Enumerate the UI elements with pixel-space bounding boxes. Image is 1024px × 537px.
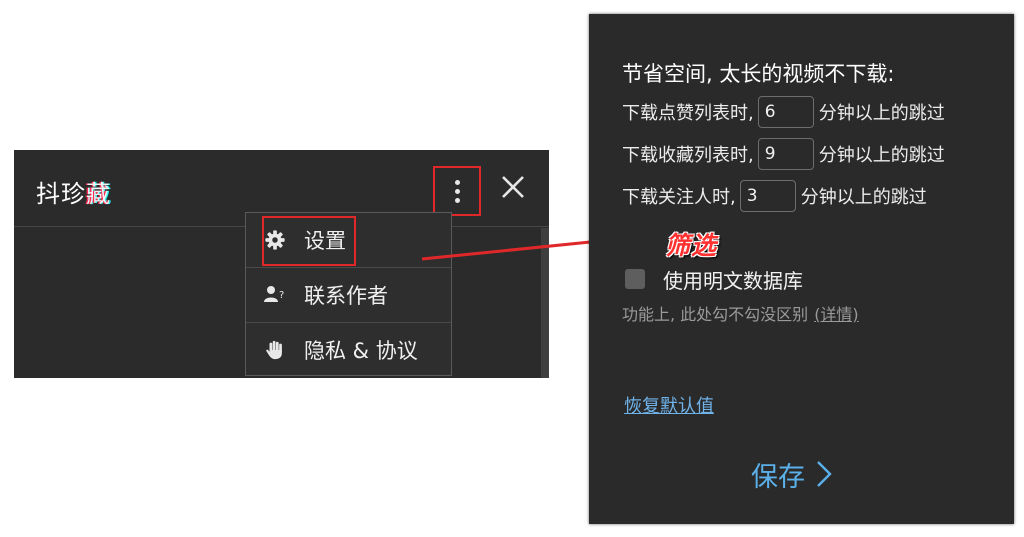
menu-item-label: 设置 — [304, 229, 346, 253]
favorite-list-minutes-input[interactable] — [757, 138, 814, 170]
contact-user-icon: ? — [264, 286, 284, 302]
row-suffix: 分钟以上的跳过 — [818, 145, 945, 166]
menu-item-label: 联系作者 — [304, 284, 388, 308]
gear-icon — [265, 230, 285, 250]
menu-item-privacy[interactable]: 隐私 & 协议 — [246, 323, 451, 377]
row-prefix: 下载点赞列表时, — [622, 103, 754, 124]
like-list-minutes-input[interactable] — [757, 96, 814, 128]
app-title-accent: 藏 — [86, 180, 111, 208]
svg-text:?: ? — [279, 290, 284, 301]
hand-icon — [266, 340, 282, 360]
row-suffix: 分钟以上的跳过 — [800, 187, 927, 208]
hint-text: 功能上, 此处勾不勾没区别 — [622, 305, 809, 324]
favorite-list-row: 下载收藏列表时, 分钟以上的跳过 — [622, 137, 945, 171]
more-dot — [454, 197, 460, 203]
filter-annotation: 筛选 — [665, 231, 718, 260]
close-button[interactable] — [499, 173, 527, 201]
plain-db-option: 使用明文数据库 — [625, 265, 803, 293]
row-suffix: 分钟以上的跳过 — [818, 103, 945, 124]
chevron-right-icon — [817, 461, 832, 487]
plain-db-hint: 功能上, 此处勾不勾没区别 (详情) — [622, 301, 859, 325]
more-dot — [454, 188, 460, 194]
app-title-main: 抖珍 — [36, 180, 86, 208]
like-list-row: 下载点赞列表时, 分钟以上的跳过 — [622, 95, 945, 129]
app-title: 抖珍藏 — [36, 174, 111, 209]
row-prefix: 下载收藏列表时, — [622, 145, 754, 166]
close-icon — [502, 176, 524, 198]
following-row: 下载关注人时, 分钟以上的跳过 — [622, 179, 927, 213]
row-prefix: 下载关注人时, — [622, 187, 736, 208]
plain-db-checkbox[interactable] — [625, 269, 645, 289]
restore-defaults-link[interactable]: 恢复默认值 — [624, 392, 714, 418]
more-dot — [454, 179, 460, 185]
plain-db-label: 使用明文数据库 — [663, 268, 803, 293]
menu-item-label: 隐私 & 协议 — [304, 339, 418, 363]
more-menu-button[interactable] — [433, 166, 481, 216]
settings-panel: 节省空间, 太长的视频不下载: 下载点赞列表时, 分钟以上的跳过 下载收藏列表时… — [589, 14, 1014, 524]
save-button[interactable]: 保存 — [751, 454, 833, 494]
following-minutes-input[interactable] — [739, 180, 796, 212]
details-link[interactable]: (详情) — [814, 305, 859, 324]
save-label: 保存 — [751, 461, 805, 493]
skip-long-videos-heading: 节省空间, 太长的视频不下载: — [622, 62, 895, 86]
menu-item-contact-author[interactable]: ? 联系作者 — [246, 268, 451, 322]
